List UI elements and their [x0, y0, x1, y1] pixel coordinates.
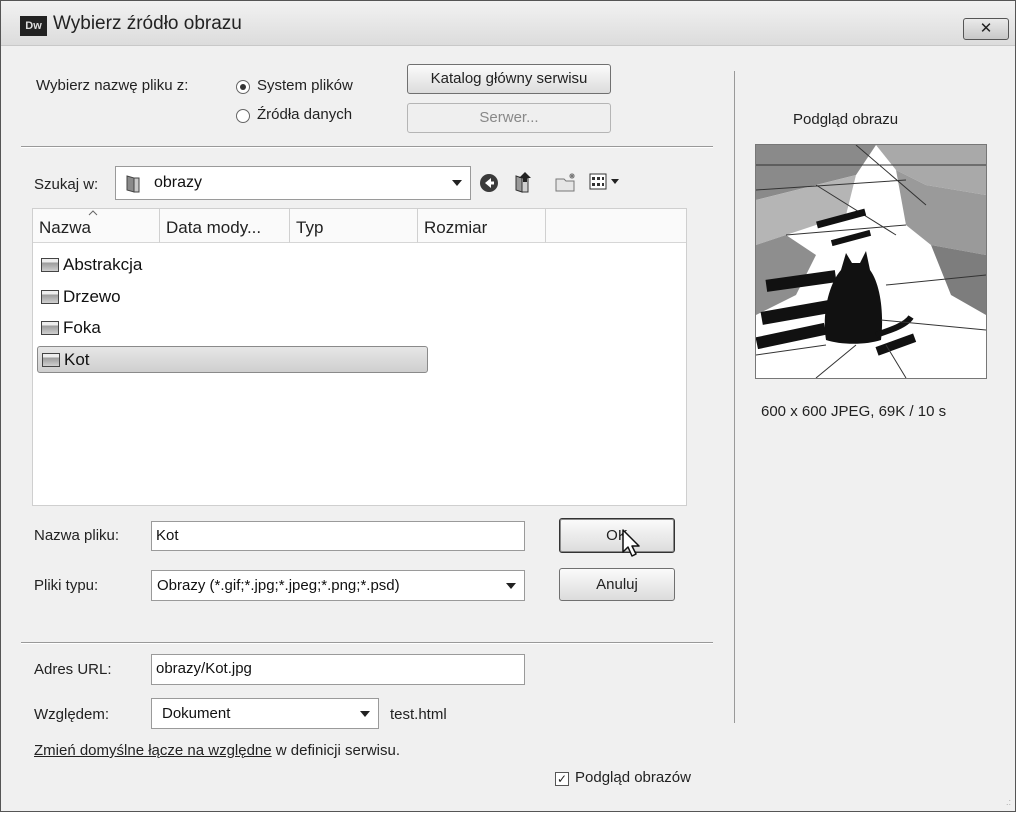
relative-dropdown[interactable]: Dokument — [151, 698, 379, 729]
resize-grip-icon[interactable]: .: — [1006, 797, 1011, 807]
separator-top — [21, 146, 713, 148]
filetype-value: Obrazy (*.gif;*.jpg;*.jpeg;*.png;*.psd) — [157, 577, 400, 594]
separator-bottom — [21, 642, 713, 644]
change-default-link[interactable]: Zmień domyślne łącze na względne — [34, 742, 272, 759]
lookin-label: Szukaj w: — [34, 176, 99, 193]
column-header-name-label: Nazwa — [39, 218, 91, 237]
column-header-name[interactable]: Nazwa — [33, 209, 160, 243]
preview-checkbox-label[interactable]: Podgląd obrazów — [575, 769, 691, 786]
site-root-button[interactable]: Katalog główny serwisu — [407, 64, 611, 94]
column-header-empty — [546, 209, 686, 243]
title-bar[interactable]: Dw Wybierz źródło obrazu ✕ — [1, 1, 1015, 46]
ok-button[interactable]: OK — [559, 518, 675, 553]
image-preview — [755, 144, 987, 379]
filename-label: Nazwa pliku: — [34, 527, 120, 544]
list-item-label: Kot — [64, 350, 90, 369]
radio-datasources[interactable] — [236, 109, 250, 123]
up-folder-icon[interactable] — [512, 170, 534, 194]
folder-icon — [126, 175, 140, 193]
filetype-label: Pliki typu: — [34, 577, 99, 594]
column-header-date[interactable]: Data mody... — [160, 209, 290, 243]
url-label: Adres URL: — [34, 661, 112, 678]
file-list[interactable]: Nazwa Data mody... Typ Rozmiar Abstrakcj… — [32, 208, 687, 506]
vertical-separator — [734, 71, 735, 723]
list-item-selected[interactable]: Kot — [37, 346, 428, 373]
dreamweaver-app-icon: Dw — [20, 16, 47, 36]
list-item[interactable]: Foka — [41, 316, 191, 340]
source-label: Wybierz nazwę pliku z: — [36, 77, 189, 94]
chevron-down-icon — [452, 180, 462, 186]
mouse-pointer-icon — [622, 529, 640, 557]
list-item[interactable]: Abstrakcja — [41, 253, 191, 277]
document-name: test.html — [390, 706, 447, 723]
preview-checkbox[interactable]: ✓ — [555, 772, 569, 786]
filename-input[interactable]: Kot — [151, 521, 525, 551]
image-file-icon — [41, 290, 59, 304]
image-file-icon — [42, 353, 60, 367]
radio-filesystem[interactable] — [236, 80, 250, 94]
radio-filesystem-label[interactable]: System plików — [257, 77, 353, 94]
url-input[interactable]: obrazy/Kot.jpg — [151, 654, 525, 685]
footer-note-suffix: w definicji serwisu. — [271, 742, 400, 759]
relative-label: Względem: — [34, 706, 110, 723]
dialog-window: Dw Wybierz źródło obrazu ✕ Wybierz nazwę… — [0, 0, 1016, 812]
list-item[interactable]: Drzewo — [41, 285, 191, 309]
lookin-value: obrazy — [154, 174, 203, 191]
relative-value: Dokument — [162, 705, 231, 722]
image-file-icon — [41, 258, 59, 272]
list-item-label: Drzewo — [63, 287, 121, 306]
chevron-down-icon — [506, 582, 516, 589]
lookin-dropdown[interactable]: obrazy — [115, 166, 471, 200]
list-item-label: Foka — [63, 318, 101, 337]
cat-image-preview — [756, 145, 986, 378]
back-icon[interactable] — [478, 172, 500, 194]
view-menu-icon — [589, 173, 619, 190]
radio-datasources-label[interactable]: Źródła danych — [257, 106, 352, 123]
cancel-button[interactable]: Anuluj — [559, 568, 675, 601]
list-item-label: Abstrakcja — [63, 255, 143, 274]
server-button[interactable]: Serwer... — [407, 103, 611, 133]
chevron-down-icon — [360, 710, 370, 717]
new-folder-icon[interactable] — [554, 171, 578, 193]
column-header-type[interactable]: Typ — [290, 209, 418, 243]
preview-title: Podgląd obrazu — [793, 111, 899, 128]
dialog-title: Wybierz źródło obrazu — [53, 13, 242, 34]
view-menu-button[interactable] — [589, 173, 623, 191]
close-button[interactable]: ✕ — [963, 18, 1009, 40]
preview-info: 600 x 600 JPEG, 69K / 10 s — [761, 403, 947, 420]
close-icon: ✕ — [979, 20, 993, 37]
sort-ascending-icon — [88, 210, 98, 216]
column-header-size[interactable]: Rozmiar — [418, 209, 546, 243]
footer-note: Zmień domyślne łącze na względne w defin… — [34, 742, 400, 759]
filetype-dropdown[interactable]: Obrazy (*.gif;*.jpg;*.jpeg;*.png;*.psd) — [151, 570, 525, 601]
image-file-icon — [41, 321, 59, 335]
